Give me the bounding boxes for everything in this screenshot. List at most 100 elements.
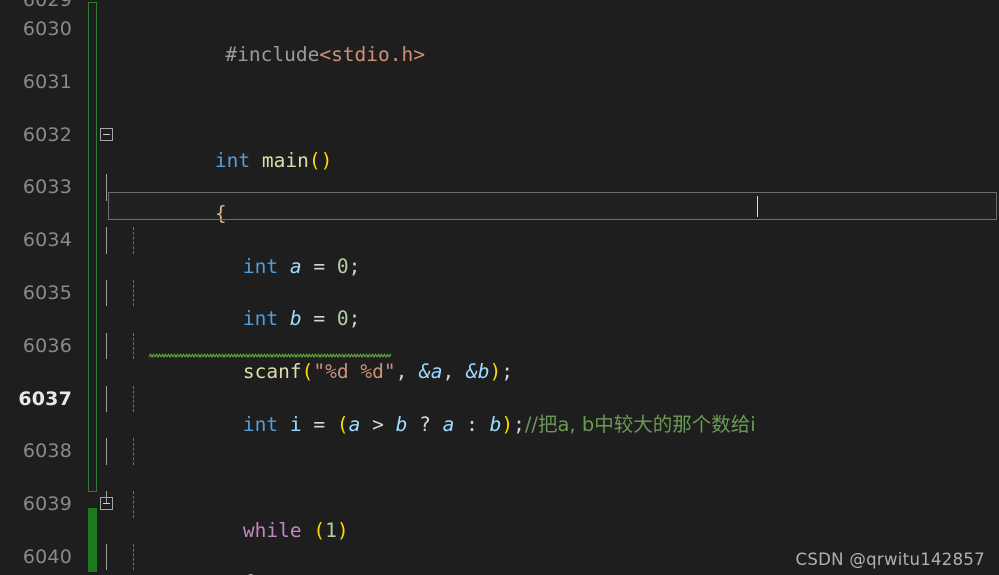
token-operator-question: ? [407, 412, 443, 436]
token-variable-i: i [289, 412, 302, 436]
token-keyword-while: while [242, 518, 302, 542]
line-number: 6034 [22, 229, 72, 252]
code-line[interactable]: 6030 #include<stdio.h> [0, 16, 999, 66]
code-line[interactable]: 6033 { [0, 174, 999, 225]
fold-column [100, 174, 122, 201]
code-text[interactable]: while (1) [149, 491, 349, 542]
token-brace-open: { [214, 201, 227, 225]
line-number: 6040 [22, 545, 72, 568]
token-address-b: &b [466, 360, 490, 384]
error-squiggle [149, 353, 391, 359]
token-variable-a: a [442, 412, 455, 436]
fold-column [100, 227, 122, 254]
code-editor[interactable]: 6029 6030 #include<stdio.h> 6031 6032 in… [0, 0, 999, 575]
fold-marker-while[interactable] [100, 491, 122, 517]
token-include-header: <stdio.h> [319, 43, 425, 67]
indent-guide [133, 438, 134, 465]
token-variable-a: a [348, 412, 361, 436]
token-brace-open: { [243, 571, 255, 575]
fold-guide-line [106, 279, 108, 307]
token-operator-gt: > [360, 412, 396, 436]
line-number: 6039 [22, 493, 72, 516]
token-comment: //把a, b中较大的那个数给i [524, 412, 756, 436]
code-text[interactable]: { [149, 544, 255, 575]
token-paren-close: ) [320, 148, 333, 172]
indent-guide [133, 279, 134, 307]
code-text[interactable]: int b = 0; [149, 280, 360, 330]
code-line[interactable]: 6036 scanf("%d %d", &a, &b); [0, 332, 999, 383]
line-number: 6029 [0, 0, 78, 8]
token-keyword-int: int [242, 254, 279, 278]
code-text[interactable]: scanf("%d %d", &a, &b); [149, 333, 513, 383]
line-number: 6038 [22, 440, 72, 463]
fold-guide-line [106, 543, 108, 571]
token-semicolon: ; [501, 360, 513, 384]
code-text[interactable]: #include<stdio.h> [108, 16, 425, 66]
token-assign: = [301, 254, 337, 278]
token-semicolon: ; [348, 307, 361, 331]
fold-column [100, 385, 122, 412]
token-address-a: &a [419, 360, 443, 384]
fold-guide-line [106, 227, 108, 254]
code-text[interactable]: int a = 0; [149, 227, 360, 278]
line-number: 6032 [22, 123, 72, 146]
token-paren-close: ) [336, 518, 349, 542]
fold-column [100, 332, 122, 360]
fold-column [100, 438, 122, 465]
code-line-active[interactable]: 6037 int i = (a > b ? a : b);//把a, b中较大的… [0, 385, 999, 436]
code-text[interactable]: { [121, 174, 227, 225]
code-line[interactable]: 6034 int a = 0; [0, 227, 999, 278]
token-number-zero: 0 [336, 254, 349, 278]
indent-guide [133, 227, 134, 254]
fold-marker-main[interactable] [100, 122, 122, 148]
token-semicolon: ; [513, 412, 525, 436]
token-keyword-int: int [242, 412, 279, 436]
token-comma: , [442, 360, 467, 384]
line-number: 6030 [22, 18, 72, 40]
code-line[interactable]: 6029 [0, 0, 999, 8]
token-assign: = [301, 307, 337, 331]
fold-collapse-icon[interactable] [100, 497, 113, 511]
line-number: 6031 [22, 70, 72, 93]
token-comma: , [395, 360, 420, 384]
code-line[interactable]: 6032 int main() [0, 122, 999, 172]
code-text[interactable]: int main() [121, 122, 332, 172]
code-line[interactable]: 6035 int b = 0; [0, 279, 999, 330]
token-paren-open: ( [336, 412, 349, 436]
fold-column [100, 543, 122, 571]
token-paren-close: ) [489, 360, 502, 384]
fold-guide-line [106, 174, 108, 201]
fold-collapse-icon[interactable] [100, 127, 113, 141]
text-caret [756, 195, 759, 217]
token-keyword-int: int [214, 148, 251, 172]
token-function-scanf: scanf [242, 360, 302, 384]
code-text[interactable]: int i = (a > b ? a : b);//把a, b中较大的那个数给i [149, 386, 756, 436]
token-paren-open: ( [308, 148, 321, 172]
token-semicolon: ; [348, 254, 361, 278]
fold-guide-line [106, 332, 108, 360]
code-rows: 6029 6030 #include<stdio.h> 6031 6032 in… [0, 0, 999, 575]
watermark: CSDN @qrwitu142857 [795, 550, 985, 569]
indent-guide [133, 543, 134, 571]
token-paren-open: ( [313, 518, 326, 542]
code-line[interactable]: 6038 [0, 438, 999, 465]
indent-guide [133, 491, 134, 518]
token-variable-b: b [489, 412, 502, 436]
fold-guide-line [106, 438, 108, 465]
token-preprocessor: #include [225, 43, 320, 67]
line-number-active: 6037 [18, 387, 72, 410]
token-variable-b: b [395, 412, 408, 436]
token-number-zero: 0 [336, 307, 349, 331]
token-operator-colon: : [454, 412, 490, 436]
indent-guide [133, 385, 134, 412]
token-number-one: 1 [325, 518, 337, 542]
token-function-main: main [261, 148, 309, 172]
code-line[interactable]: 6031 [0, 69, 999, 95]
token-assign: = [301, 412, 337, 436]
fold-column [100, 279, 122, 307]
line-number: 6036 [22, 334, 72, 357]
token-paren-open: ( [301, 360, 314, 384]
token-string-format2: "%d %d" [313, 360, 396, 384]
code-line[interactable]: 6039 while (1) [0, 491, 999, 542]
token-keyword-int: int [242, 307, 279, 331]
